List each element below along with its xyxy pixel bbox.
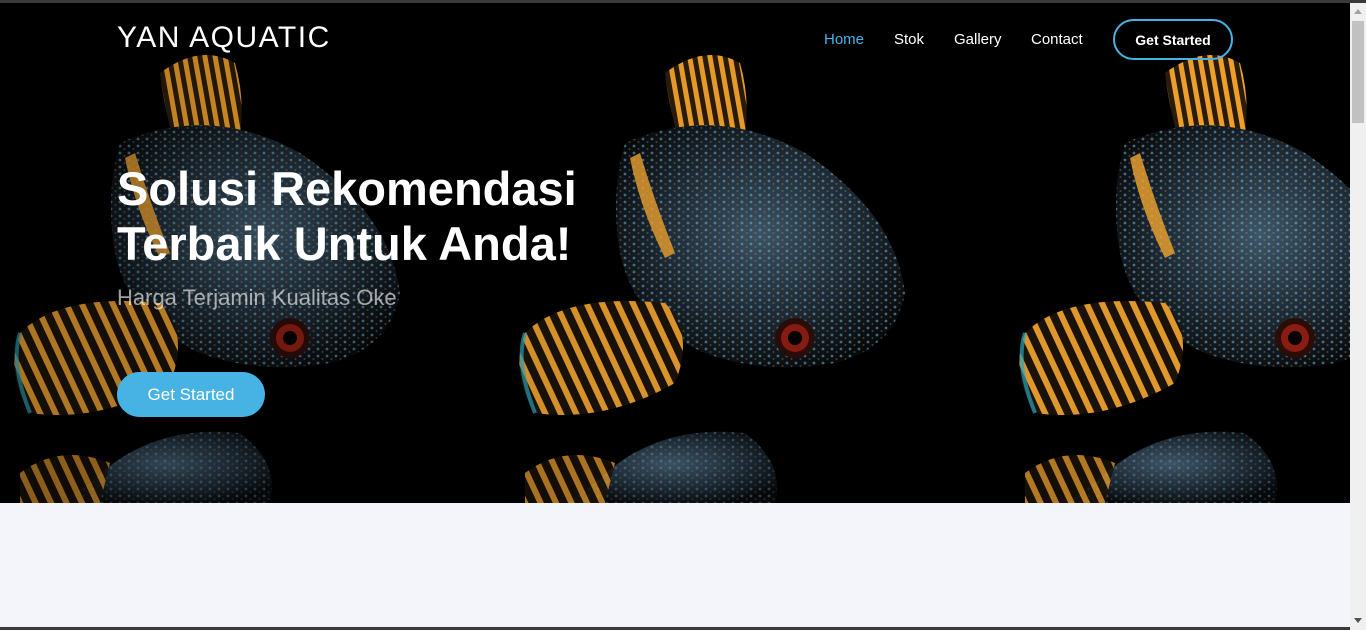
hero-section: YAN AQUATIC Home Stok Gallery Contact Ge… [0, 3, 1350, 503]
nav-item-gallery[interactable]: Gallery [954, 31, 1002, 48]
site-header: YAN AQUATIC Home Stok Gallery Contact Ge… [0, 3, 1350, 79]
scrollbar-thumb[interactable] [1352, 21, 1364, 123]
scroll-up-icon[interactable] [1350, 3, 1366, 19]
hero-title: Solusi Rekomendasi Terbaik Untuk Anda! [117, 161, 577, 271]
vertical-scrollbar[interactable] [1350, 3, 1366, 630]
nav-item-contact[interactable]: Contact [1031, 31, 1083, 48]
nav-item-home[interactable]: Home [824, 31, 864, 48]
nav-item-stok[interactable]: Stok [894, 31, 924, 48]
scroll-down-icon[interactable] [1350, 612, 1366, 628]
brand-logo[interactable]: YAN AQUATIC [117, 21, 331, 55]
hero-title-line-1: Solusi Rekomendasi [117, 162, 577, 215]
header-get-started-button[interactable]: Get Started [1113, 19, 1233, 60]
hero-title-line-2: Terbaik Untuk Anda! [117, 217, 572, 270]
hero-subtitle: Harga Terjamin Kualitas Oke [117, 285, 397, 310]
hero-get-started-button[interactable]: Get Started [117, 372, 265, 417]
